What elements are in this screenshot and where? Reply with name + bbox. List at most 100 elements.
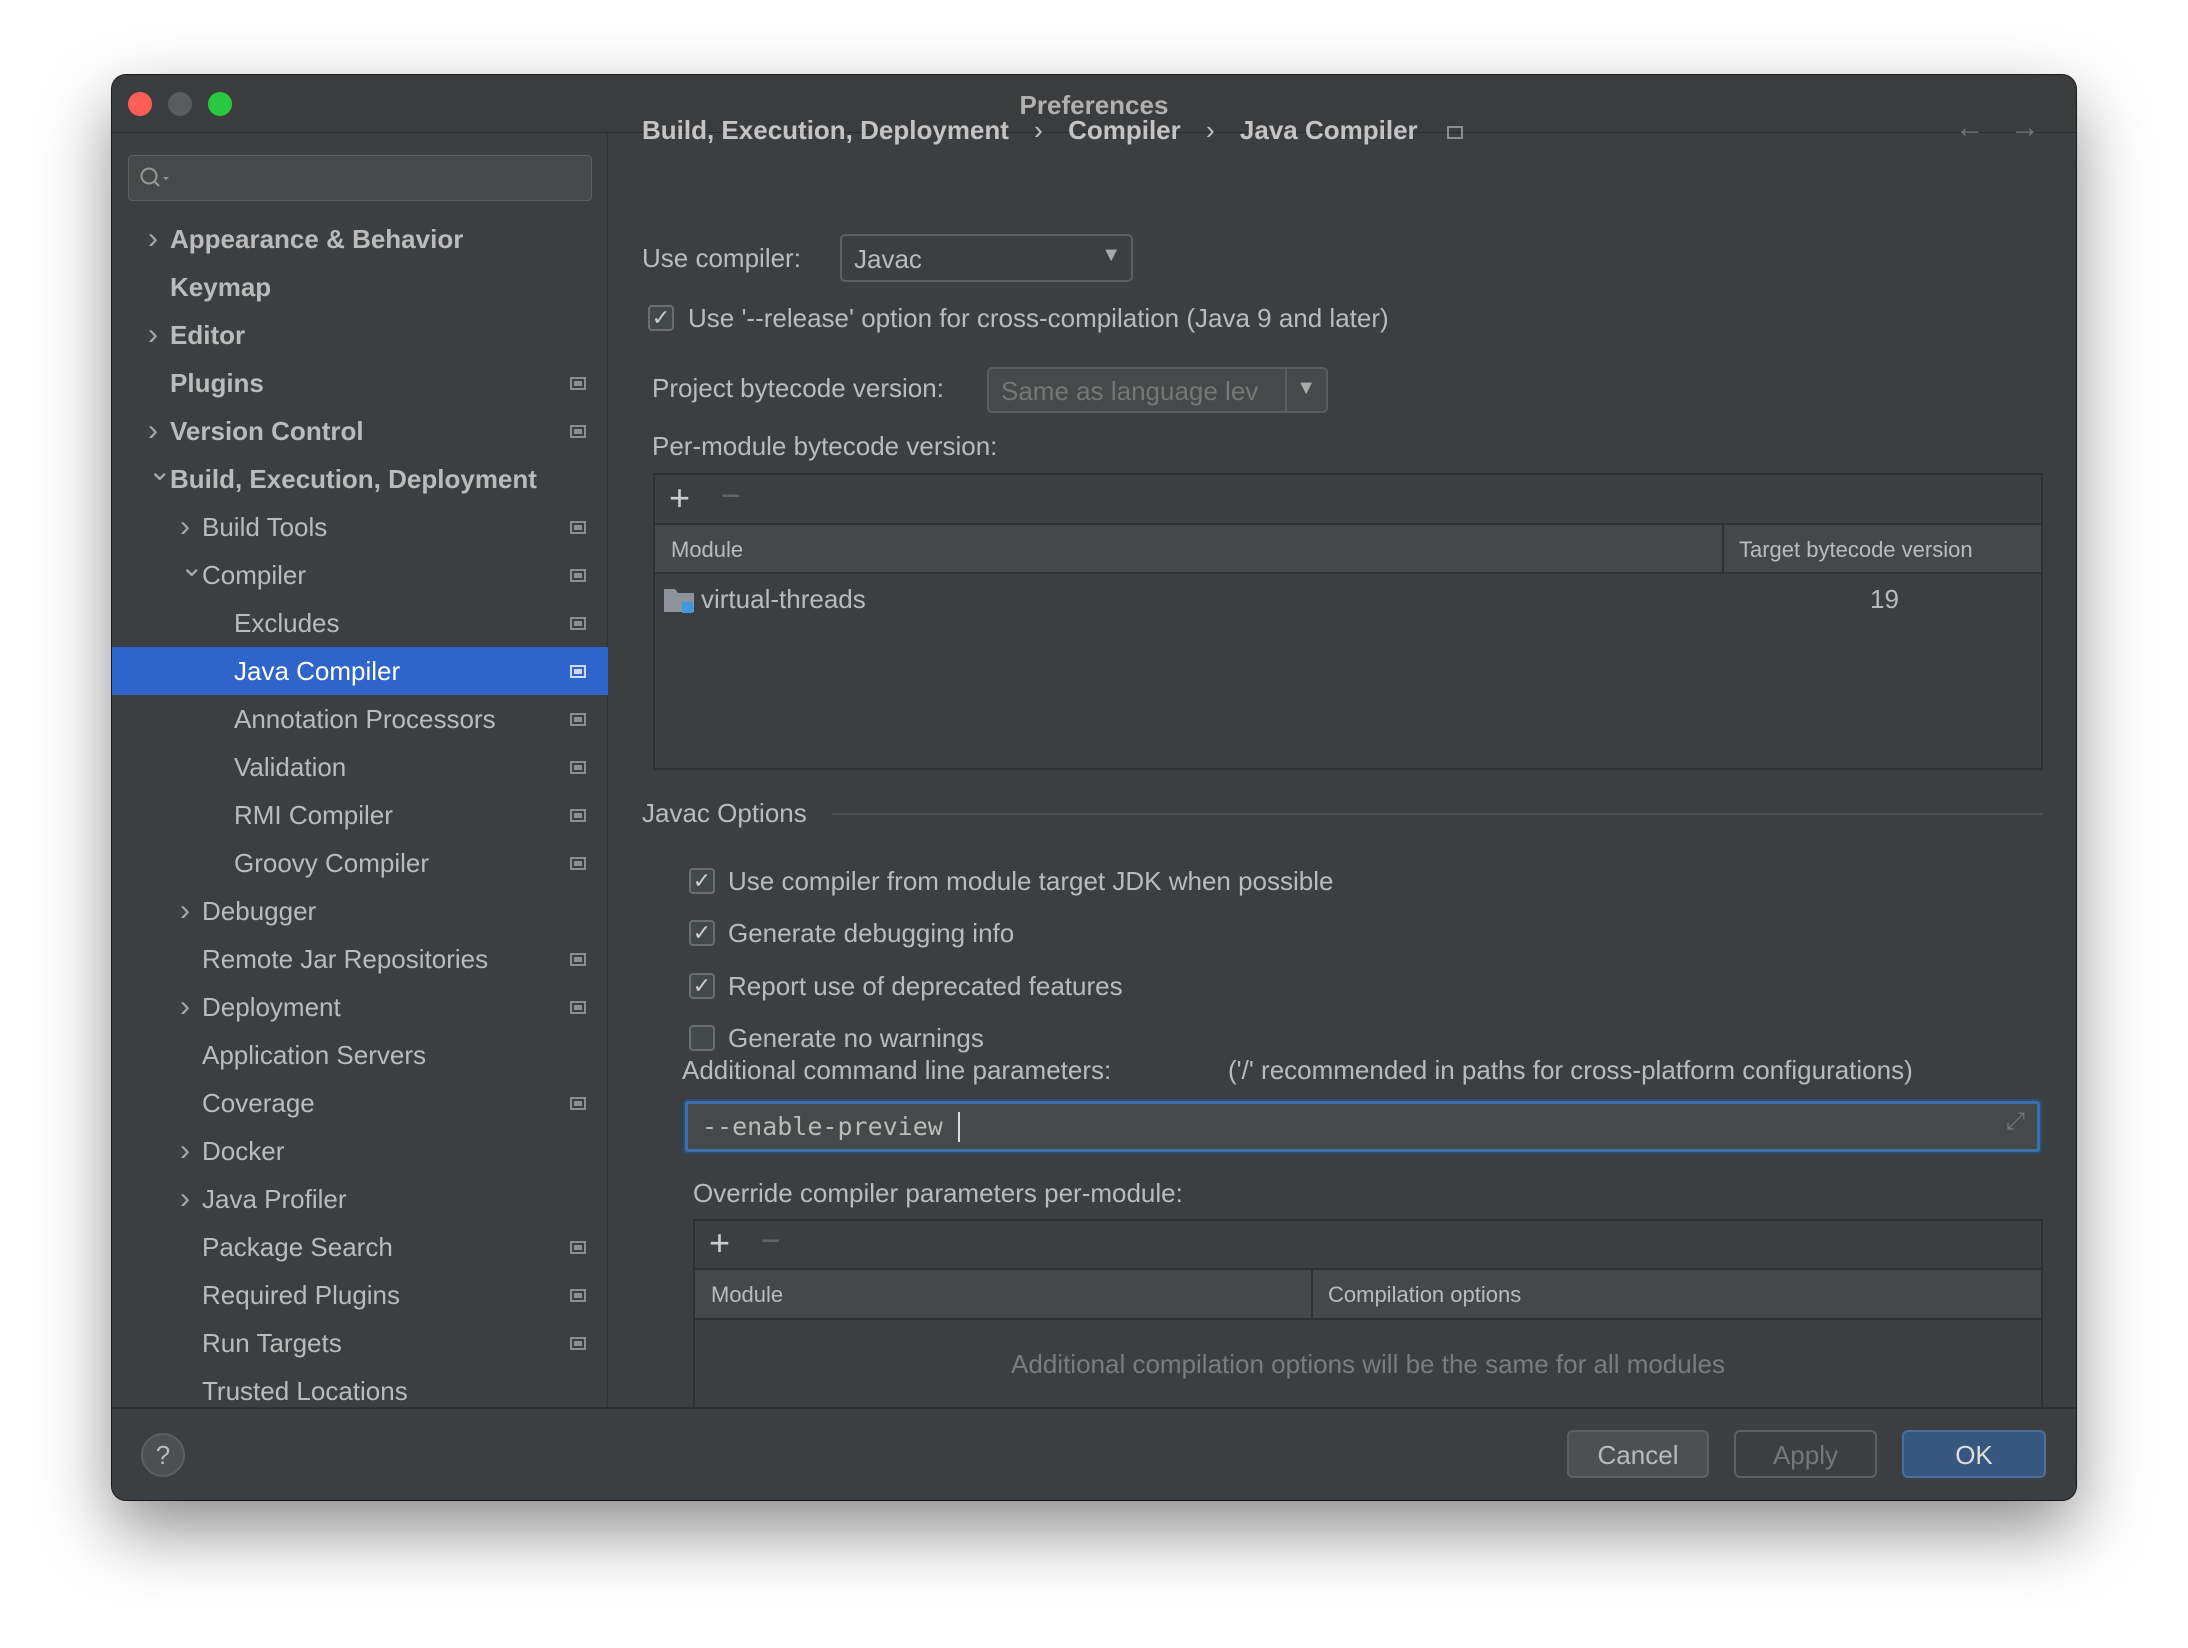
project-scope-icon [570,1097,586,1110]
settings-sidebar: › Appearance & Behavior Keymap › Editor Plugi… [112,133,608,1482]
remove-icon[interactable]: − [721,477,741,516]
option-checkbox[interactable]: ✓ [689,920,715,946]
sidebar-item-compiler[interactable]: ⌄ Compiler [112,551,608,599]
sidebar-item-remote-jar-repositories[interactable]: Remote Jar Repositories [112,935,608,983]
column-divider[interactable] [1311,1270,1313,1318]
breadcrumb-separator: › [1034,115,1043,145]
expand-icon[interactable]: ⤢ [2006,1108,2025,1136]
sidebar-item-editor[interactable]: › Editor [112,311,608,359]
text-caret [958,1112,960,1142]
option-label: Generate debugging info [728,918,1015,948]
project-scope-icon [570,1001,586,1014]
remove-icon[interactable]: − [761,1222,781,1261]
sidebar-item-version-control[interactable]: › Version Control [112,407,608,455]
project-scope-icon [570,617,586,630]
chevron-right-icon[interactable]: › [180,1175,190,1223]
option-checkbox[interactable] [689,1025,715,1051]
chevron-right-icon[interactable]: › [180,983,190,1031]
sidebar-item-rmi-compiler[interactable]: RMI Compiler [112,791,608,839]
sidebar-item-keymap[interactable]: Keymap [112,263,608,311]
chevron-down-icon[interactable]: ⌄ [148,447,171,495]
search-input[interactable] [128,155,592,201]
add-icon[interactable]: + [669,477,690,519]
column-compilation-options[interactable]: Compilation options [1328,1282,1521,1308]
sidebar-item-excludes[interactable]: Excludes [112,599,608,647]
breadcrumb-separator: › [1206,115,1215,145]
sidebar-item-label: Groovy Compiler [234,848,430,878]
chevron-right-icon[interactable]: › [148,215,158,263]
target-version[interactable]: 19 [1870,584,1899,615]
column-module[interactable]: Module [671,537,743,563]
sidebar-item-label: Build Tools [202,512,328,542]
sidebar-item-coverage[interactable]: Coverage [112,1079,608,1127]
sidebar-item-label: Required Plugins [202,1280,401,1310]
additional-params-hint: ('/' recommended in paths for cross-plat… [1228,1055,1913,1085]
sidebar-item-label: Application Servers [202,1040,426,1070]
breadcrumb: Build, Execution, Deployment › Compiler … [642,115,1463,146]
breadcrumb-item[interactable]: Build, Execution, Deployment [642,115,1009,145]
sidebar-item-java-compiler[interactable]: Java Compiler [112,647,608,695]
sidebar-item-label: Coverage [202,1088,315,1118]
option-label: Report use of deprecated features [728,971,1123,1001]
column-divider[interactable] [1722,525,1724,572]
sidebar-item-label: Debugger [202,896,317,926]
sidebar-item-validation[interactable]: Validation [112,743,608,791]
chevron-right-icon[interactable]: › [148,311,158,359]
chevron-right-icon[interactable]: › [180,1127,190,1175]
sidebar-item-package-search[interactable]: Package Search [112,1223,608,1271]
chevron-right-icon[interactable]: › [180,887,190,935]
sidebar-item-label: Editor [170,320,246,350]
sidebar-item-deployment[interactable]: › Deployment [112,983,608,1031]
column-target-bytecode[interactable]: Target bytecode version [1739,537,1973,563]
cancel-button[interactable]: Cancel [1567,1430,1709,1478]
sidebar-item-build-execution-deployment[interactable]: ⌄ Build, Execution, Deployment [112,455,608,503]
add-icon[interactable]: + [709,1222,730,1264]
back-arrow-icon[interactable]: ← [1955,111,1985,145]
help-button[interactable]: ? [141,1433,185,1477]
sidebar-item-label: Appearance & Behavior [170,224,464,254]
project-scope-icon [570,1241,586,1254]
search-icon [140,167,169,187]
project-bytecode-label: Project bytecode version: [652,373,944,403]
project-scope-icon [570,761,586,774]
sidebar-item-label: Version Control [170,416,364,446]
sidebar-item-required-plugins[interactable]: Required Plugins [112,1271,608,1319]
project-bytecode-combo[interactable]: Same as language lev ▼ [987,367,1328,413]
sidebar-item-groovy-compiler[interactable]: Groovy Compiler [112,839,608,887]
sidebar-item-annotation-processors[interactable]: Annotation Processors [112,695,608,743]
forward-arrow-icon[interactable]: → [2010,111,2040,145]
option-checkbox[interactable]: ✓ [689,868,715,894]
table-header: Module Target bytecode version [655,525,2041,574]
sidebar-item-plugins[interactable]: Plugins [112,359,608,407]
per-module-table: + − Module Target bytecode version virtu… [653,473,2043,770]
project-scope-icon [570,713,586,726]
chevron-down-icon: ▼ [1101,244,1121,266]
option-checkbox[interactable]: ✓ [689,973,715,999]
sidebar-item-label: Docker [202,1136,285,1166]
override-label: Override compiler parameters per-module: [693,1178,1183,1208]
sidebar-item-run-targets[interactable]: Run Targets [112,1319,608,1367]
table-row[interactable]: virtual-threads 19 [655,576,2041,624]
breadcrumb-item[interactable]: Compiler [1068,115,1181,145]
chevron-down-icon[interactable]: ▼ [1296,377,1316,400]
release-option-checkbox[interactable]: ✓ [648,305,674,331]
sidebar-item-docker[interactable]: › Docker [112,1127,608,1175]
compiler-dropdown[interactable]: Javac ▼ [840,234,1133,282]
section-divider [832,813,2043,815]
sidebar-item-debugger[interactable]: › Debugger [112,887,608,935]
project-scope-icon [570,1289,586,1302]
column-module[interactable]: Module [711,1282,783,1308]
sidebar-item-label: Keymap [170,272,272,302]
option-label: Use compiler from module target JDK when… [728,866,1334,896]
additional-params-input[interactable]: --enable-preview ⤢ [685,1101,2040,1152]
sidebar-item-java-profiler[interactable]: › Java Profiler [112,1175,608,1223]
ok-button[interactable]: OK [1902,1430,2046,1478]
chevron-down-icon[interactable]: ⌄ [180,543,203,591]
apply-button[interactable]: Apply [1734,1430,1877,1478]
sidebar-item-label: Package Search [202,1232,393,1262]
search-text[interactable] [179,162,579,194]
sidebar-item-application-servers[interactable]: Application Servers [112,1031,608,1079]
table-header: Module Compilation options [695,1270,2041,1320]
sidebar-item-label: Annotation Processors [234,704,496,734]
sidebar-item-appearance-behavior[interactable]: › Appearance & Behavior [112,215,608,263]
